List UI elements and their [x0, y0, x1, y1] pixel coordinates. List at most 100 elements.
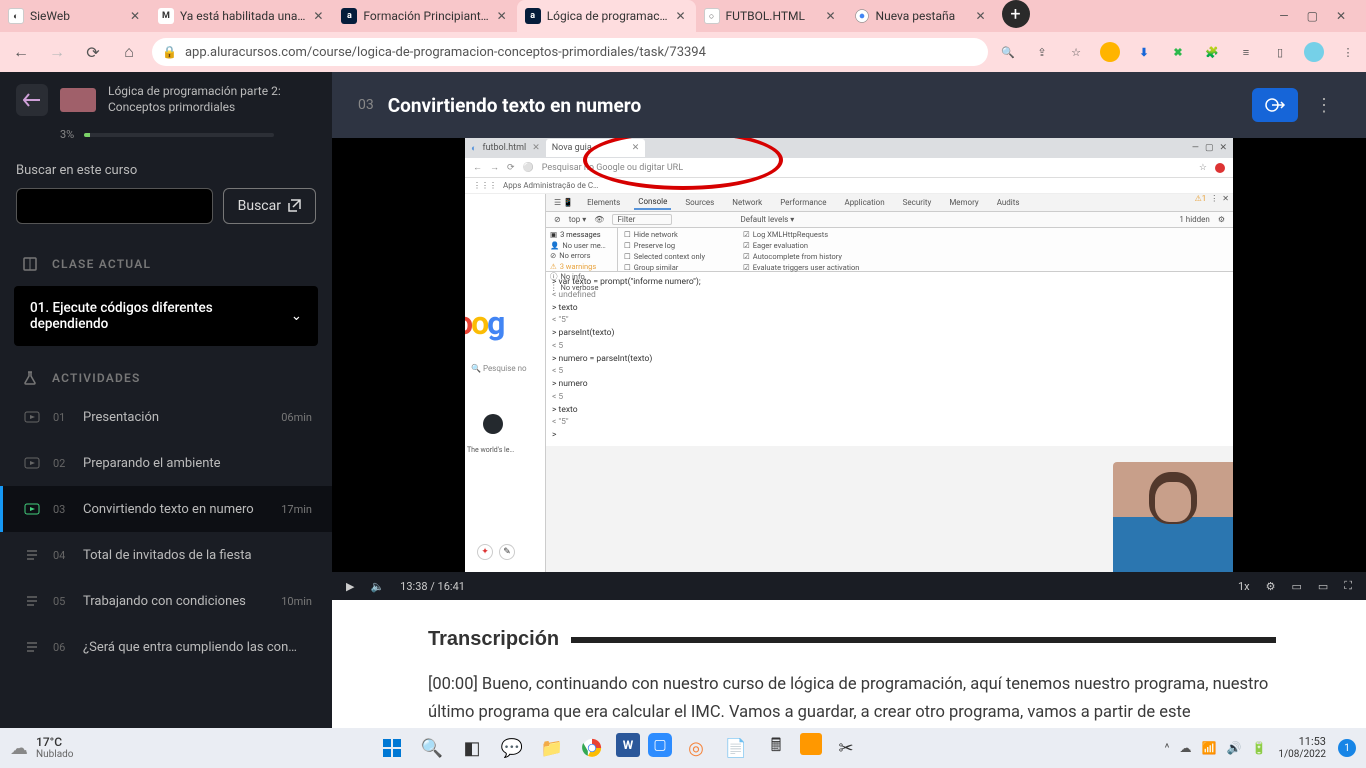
close-icon[interactable]: ✕	[974, 9, 988, 23]
browser-tab-0[interactable]: ◐ SieWeb ✕	[0, 0, 150, 32]
module-dropdown[interactable]: 01. Ejecute códigos diferentes dependien…	[14, 286, 318, 346]
word-icon[interactable]: W	[616, 733, 640, 757]
address-bar[interactable]: 🔒 app.aluracursos.com/course/logica-de-p…	[152, 38, 988, 66]
settings-icon[interactable]: ⚙	[1266, 580, 1276, 593]
wifi-icon[interactable]: 📶	[1202, 741, 1217, 755]
activity-item-02[interactable]: 02Preparando el ambiente	[0, 440, 332, 486]
chat-icon[interactable]: 💬	[496, 733, 528, 763]
minimize-button[interactable]: —	[1279, 9, 1288, 23]
battery-icon[interactable]: 🔋	[1251, 741, 1266, 755]
browser-tabs-strip: ◐ SieWeb ✕ M Ya está habilitada una… ✕ a…	[0, 0, 1366, 32]
browser-tab-3[interactable]: a Lógica de programac… ✕	[517, 0, 696, 32]
maximize-button[interactable]: ▢	[1307, 9, 1318, 23]
close-icon[interactable]: ✕	[311, 9, 325, 23]
next-lesson-button[interactable]	[1252, 88, 1298, 122]
tray-chevron-icon[interactable]: ^	[1165, 741, 1170, 755]
taskview-icon[interactable]: ◧	[456, 733, 488, 763]
app-orange-icon[interactable]: ◎	[680, 733, 712, 763]
video-time: 13:38 / 16:41	[400, 580, 465, 593]
activity-item-06[interactable]: 06¿Será que entra cumpliendo las condici…	[0, 624, 332, 670]
start-button[interactable]	[376, 733, 408, 763]
fullscreen-icon[interactable]: ⛶	[1344, 579, 1352, 593]
play-icon	[23, 454, 41, 472]
instructor-video-overlay	[1113, 462, 1233, 572]
tab-title: Nueva pestaña	[876, 9, 968, 23]
close-icon[interactable]: ✕	[128, 9, 142, 23]
browser-tab-1[interactable]: M Ya está habilitada una… ✕	[150, 0, 333, 32]
activity-number: 05	[53, 595, 71, 608]
activity-label: Convirtiendo texto en numero	[83, 502, 269, 517]
pip-icon[interactable]: ▭	[1291, 580, 1301, 593]
close-icon[interactable]: ✕	[824, 9, 838, 23]
course-sidebar: Lógica de programación parte 2: Concepto…	[0, 72, 332, 728]
ext-icon-2[interactable]: ⬇	[1134, 42, 1154, 62]
close-window-button[interactable]: ✕	[1336, 9, 1346, 23]
clock[interactable]: 11:53 1/08/2022	[1278, 736, 1326, 759]
ext-icon-3[interactable]: ✖	[1168, 42, 1188, 62]
close-icon[interactable]: ✕	[674, 9, 688, 23]
windows-taskbar: ☁ 17°C Nublado 🔍 ◧ 💬 📁 W ▢ ◎ 📄 🖩 ✂ ^ ☁ 📶…	[0, 728, 1366, 768]
snip-icon[interactable]: ✂	[830, 733, 862, 763]
close-icon[interactable]: ✕	[495, 9, 509, 23]
chrome-taskbar-icon[interactable]	[576, 733, 608, 763]
alura-icon: a	[525, 8, 541, 24]
clock-time: 11:53	[1278, 736, 1326, 748]
new-tab-button[interactable]: +	[1002, 0, 1030, 28]
lesson-title: Convirtiendo texto en numero	[388, 94, 641, 117]
activity-item-04[interactable]: 04Total de invitados de la fiesta	[0, 532, 332, 578]
activity-item-01[interactable]: 01Presentación06min	[0, 394, 332, 440]
search-button[interactable]: Buscar	[223, 188, 316, 224]
favicon-sieweb: ◐	[8, 8, 24, 24]
reload-button[interactable]: ⟳	[80, 39, 106, 65]
menu-icon[interactable]: ⋮	[1338, 42, 1358, 62]
weather-widget[interactable]: ☁ 17°C Nublado	[10, 736, 73, 760]
profile-avatar[interactable]	[1304, 42, 1324, 62]
activity-number: 03	[53, 503, 71, 516]
text-icon	[23, 638, 41, 656]
theater-icon[interactable]: ▭	[1318, 580, 1328, 593]
search-page-icon[interactable]: 🔍	[998, 42, 1018, 62]
tab-title: FUTBOL.HTML	[726, 9, 818, 23]
browser-toolbar: ← → ⟳ ⌂ 🔒 app.aluracursos.com/course/log…	[0, 32, 1366, 72]
extensions-icon[interactable]: 🧩	[1202, 42, 1222, 62]
browser-tab-5[interactable]: Nueva pestaña ✕	[846, 0, 996, 32]
back-button[interactable]: ←	[8, 39, 34, 65]
browser-tab-4[interactable]: ○ FUTBOL.HTML ✕	[696, 0, 846, 32]
zoom-icon[interactable]: ▢	[648, 733, 672, 757]
lesson-number: 03	[358, 97, 374, 113]
course-title: Lógica de programación parte 2:	[108, 84, 281, 100]
tab-title: Formación Principiant…	[363, 9, 488, 23]
share-icon[interactable]: ⇪	[1032, 42, 1052, 62]
video-player[interactable]: ◐ futbol.html ✕ Nova guia ✕ —▢✕ ←→⟳ ⚪ Pe…	[332, 138, 1366, 572]
mini-address-text: Pesquisar no Google ou digitar URL	[542, 163, 683, 173]
notification-badge[interactable]: 1	[1338, 739, 1356, 757]
volume-button[interactable]: 🔈	[370, 580, 384, 593]
back-to-course-icon[interactable]	[16, 84, 48, 116]
reading-list-icon[interactable]: ≡	[1236, 42, 1256, 62]
tray-cloud-icon[interactable]: ☁	[1180, 741, 1192, 755]
ext-icon-1[interactable]	[1100, 42, 1120, 62]
video-controls: ▶ 🔈 13:38 / 16:41 1x ⚙ ▭ ▭ ⛶	[332, 572, 1366, 600]
star-icon[interactable]: ☆	[1066, 42, 1086, 62]
home-button[interactable]: ⌂	[116, 39, 142, 65]
search-input[interactable]	[16, 188, 213, 224]
sublime-icon[interactable]	[800, 733, 822, 755]
tab-title: Lógica de programac…	[547, 9, 668, 23]
tab-title: SieWeb	[30, 9, 122, 23]
lesson-header: 03 Convirtiendo texto en numero ⋮	[332, 72, 1366, 138]
activity-item-05[interactable]: 05Trabajando con condiciones10min	[0, 578, 332, 624]
speed-button[interactable]: 1x	[1238, 580, 1250, 593]
volume-tray-icon[interactable]: 🔊	[1227, 741, 1242, 755]
calculator-icon[interactable]: 🖩	[760, 733, 792, 763]
more-options-button[interactable]: ⋮	[1308, 88, 1340, 122]
browser-tab-2[interactable]: a Formación Principiant… ✕	[333, 0, 516, 32]
play-button[interactable]: ▶	[346, 580, 354, 593]
search-taskbar-icon[interactable]: 🔍	[416, 733, 448, 763]
activity-item-03[interactable]: 03Convirtiendo texto en numero17min	[0, 486, 332, 532]
notepad-icon[interactable]: 📄	[720, 733, 752, 763]
gmail-icon: M	[158, 8, 174, 24]
explorer-icon[interactable]: 📁	[536, 733, 568, 763]
forward-button: →	[44, 39, 70, 65]
clock-date: 1/08/2022	[1278, 749, 1326, 760]
sidepanel-icon[interactable]: ▯	[1270, 42, 1290, 62]
